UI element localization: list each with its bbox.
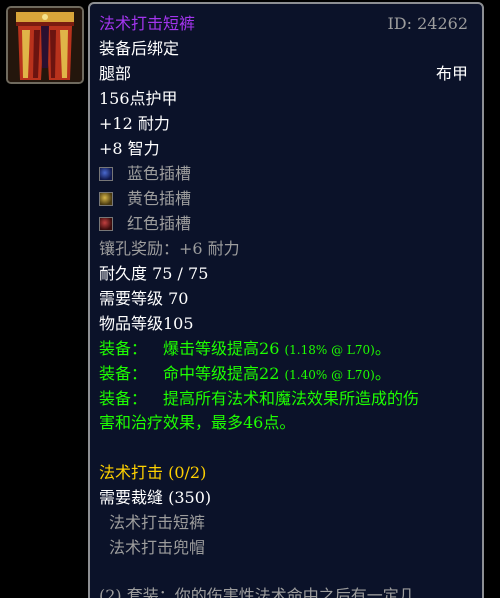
legs-cloth-icon [8,8,82,82]
set-piece: 法术打击兜帽 [109,538,206,557]
bind-type: 装备后绑定 [99,39,180,58]
set-title: 法术打击 (0/2) [99,461,206,485]
equip-text: 爆击等级提高26 [163,339,280,358]
equip-prefix: 装备： [99,389,148,408]
red-socket-icon [99,217,113,231]
equip-text: 提高所有法术和魔法效果所造成的伤 [163,389,420,408]
item-level: 物品等级105 [99,314,194,333]
equip-effect-spellpower-cont: 害和治疗效果，最多46点。 [99,413,296,432]
required-level: 需要等级 70 [99,289,189,308]
set-count: (0/2) [168,463,207,482]
set-requirement: 需要裁缝 (350) [99,488,212,507]
set-bonus: (2) 套装：你的伤害性法术命中之后有一定几 [99,586,415,598]
equip-prefix: 装备： [99,364,148,383]
equip-note: (1.18% @ L70) [284,343,375,357]
equip-text: 命中等级提高22 [163,364,280,383]
item-name: 法术打击短裤 [99,14,196,33]
equip-prefix: 装备： [99,339,148,358]
item-icon [6,6,84,84]
stat-intellect: +8 智力 [99,139,160,158]
equip-suffix: 。 [374,339,391,358]
equip-suffix: 。 [374,364,391,383]
stat-stamina: +12 耐力 [99,114,170,133]
socket-yellow: 黄色插槽 [99,187,191,211]
socket-label: 黄色插槽 [127,189,192,208]
socket-label: 红色插槽 [127,214,192,233]
socket-blue: 蓝色插槽 [99,162,191,186]
equip-effect-crit: 装备： 爆击等级提高26 (1.18% @ L70)。 [99,337,391,362]
socket-red: 红色插槽 [99,212,191,236]
item-id: ID: 24262 [387,14,468,33]
equip-note: (1.40% @ L70) [284,368,375,382]
yellow-socket-icon [99,192,113,206]
equip-effect-spellpower: 装备： 提高所有法术和魔法效果所造成的伤 [99,387,419,411]
armor-value: 156点护甲 [99,89,178,108]
equip-effect-hit: 装备： 命中等级提高22 (1.40% @ L70)。 [99,362,391,387]
socket-bonus: 镶孔奖励：+6 耐力 [99,239,240,258]
set-piece: 法术打击短裤 [109,513,206,532]
durability: 耐久度 75 / 75 [99,264,209,283]
set-name: 法术打击 [99,463,164,482]
blue-socket-icon [99,167,113,181]
socket-label: 蓝色插槽 [127,164,192,183]
item-slot: 腿部 [99,64,132,83]
armor-type: 布甲 [435,64,468,83]
